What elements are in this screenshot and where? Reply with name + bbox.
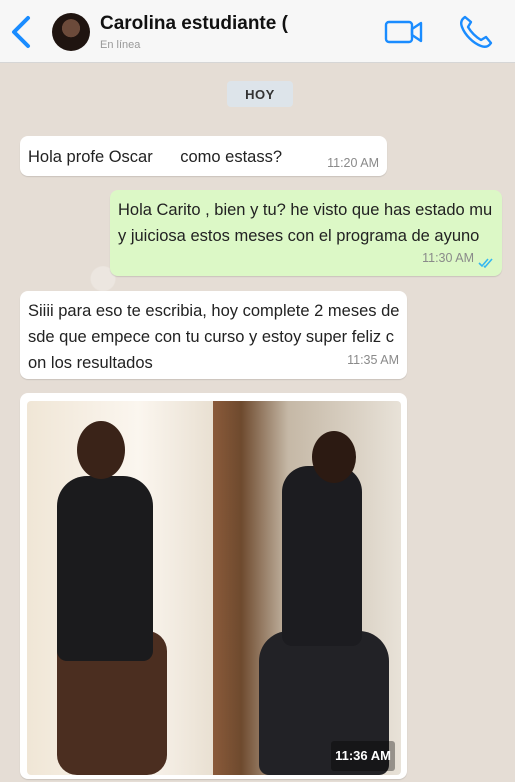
chat-header: Carolina estudiante ( En línea [0,0,515,63]
message-time: 11:20 AM [327,156,379,170]
photo-figure [282,466,362,646]
before-after-photo[interactable]: 11:36 AM [27,401,401,775]
back-chevron-icon[interactable] [8,14,36,50]
video-call-icon[interactable] [384,18,424,46]
read-receipt-icon [478,258,493,269]
chat-area[interactable]: HOY Hola profe Oscar como estass? 11:20 … [0,63,515,782]
phone-call-icon[interactable] [456,12,496,52]
message-text: Hola profe Oscar como estass? [28,148,283,166]
message-outgoing[interactable]: Hola Carito , bien y tu? he visto que ha… [110,190,502,276]
contact-avatar[interactable] [52,13,90,51]
message-image[interactable]: 11:36 AM [20,393,407,779]
message-text: Hola Carito , bien y tu? he visto que ha… [118,201,493,245]
contact-status: En línea [100,39,141,51]
message-time: 11:36 AM [331,741,395,771]
message-time: 11:35 AM [347,353,399,367]
day-separator: HOY [227,81,293,107]
message-time: 11:30 AM [422,251,474,265]
photo-figure [312,431,356,483]
message-incoming[interactable]: Siiii para eso te escribia, hoy complete… [20,291,407,379]
photo-figure [57,476,153,661]
contact-name[interactable]: Carolina estudiante ( [100,13,288,35]
photo-figure [77,421,125,479]
message-incoming[interactable]: Hola profe Oscar como estass? 11:20 AM [20,136,387,176]
